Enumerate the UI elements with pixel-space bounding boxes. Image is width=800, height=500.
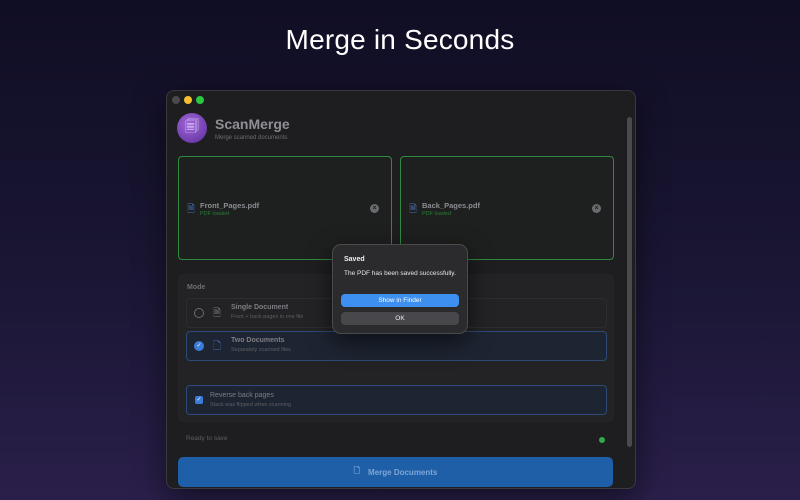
- remove-file-icon[interactable]: ×: [592, 204, 601, 213]
- headline: Merge in Seconds: [285, 24, 515, 55]
- radio-button[interactable]: [194, 308, 204, 318]
- remove-file-icon[interactable]: ×: [370, 204, 379, 213]
- close-window-button[interactable]: [172, 96, 180, 104]
- radio-button-selected[interactable]: ✓: [194, 341, 204, 351]
- option-title: Two Documents: [231, 337, 285, 344]
- document-icon: 🗎: [187, 204, 196, 215]
- mode-label: Mode: [187, 284, 206, 291]
- status-text: Ready to save: [186, 435, 228, 442]
- file-status: PDF loaded: [422, 211, 452, 217]
- merge-button-label: Merge Documents: [368, 467, 438, 477]
- saved-dialog: Saved The PDF has been saved successfull…: [332, 244, 468, 334]
- dialog-title: Saved: [344, 256, 365, 263]
- option-subtitle: Front + back pages in one file: [231, 314, 304, 320]
- merge-icon: 🗋: [353, 466, 361, 475]
- ok-button[interactable]: OK: [341, 312, 459, 325]
- option-title: Single Document: [231, 304, 289, 311]
- window-controls: [172, 96, 204, 104]
- app-title: ScanMerge: [215, 115, 290, 132]
- minimize-window-button[interactable]: [184, 96, 192, 104]
- option-subtitle: Separately scanned files: [231, 347, 291, 353]
- merge-documents-button[interactable]: 🗋 Merge Documents: [178, 457, 613, 487]
- scrollbar[interactable]: [627, 117, 632, 447]
- mode-option-two-documents[interactable]: ✓ 🗋 Two Documents Separately scanned fil…: [186, 331, 607, 361]
- file-name: Back_Pages.pdf: [422, 201, 480, 210]
- app-subtitle: Merge scanned documents: [215, 134, 288, 141]
- documents-icon: 🗋: [213, 341, 222, 352]
- app-logo-icon: 🗐: [177, 113, 207, 143]
- show-in-finder-button[interactable]: Show in Finder: [341, 294, 459, 307]
- file-status: PDF loaded: [200, 211, 230, 217]
- zoom-window-button[interactable]: [196, 96, 204, 104]
- file-name: Front_Pages.pdf: [200, 201, 260, 210]
- status-indicator: [599, 437, 605, 443]
- document-icon: 🗎: [213, 308, 222, 319]
- checkbox-checked[interactable]: ✓: [195, 396, 203, 404]
- reverse-title: Reverse back pages: [210, 392, 274, 399]
- reverse-back-pages-toggle[interactable]: ✓ Reverse back pages Stack was flipped w…: [186, 385, 607, 415]
- dialog-message: The PDF has been saved successfully.: [344, 270, 456, 277]
- reverse-subtitle: Stack was flipped when scanning: [210, 402, 292, 408]
- document-icon: 🗎: [409, 204, 418, 215]
- app-header: 🗐 ScanMerge Merge scanned documents: [177, 113, 290, 143]
